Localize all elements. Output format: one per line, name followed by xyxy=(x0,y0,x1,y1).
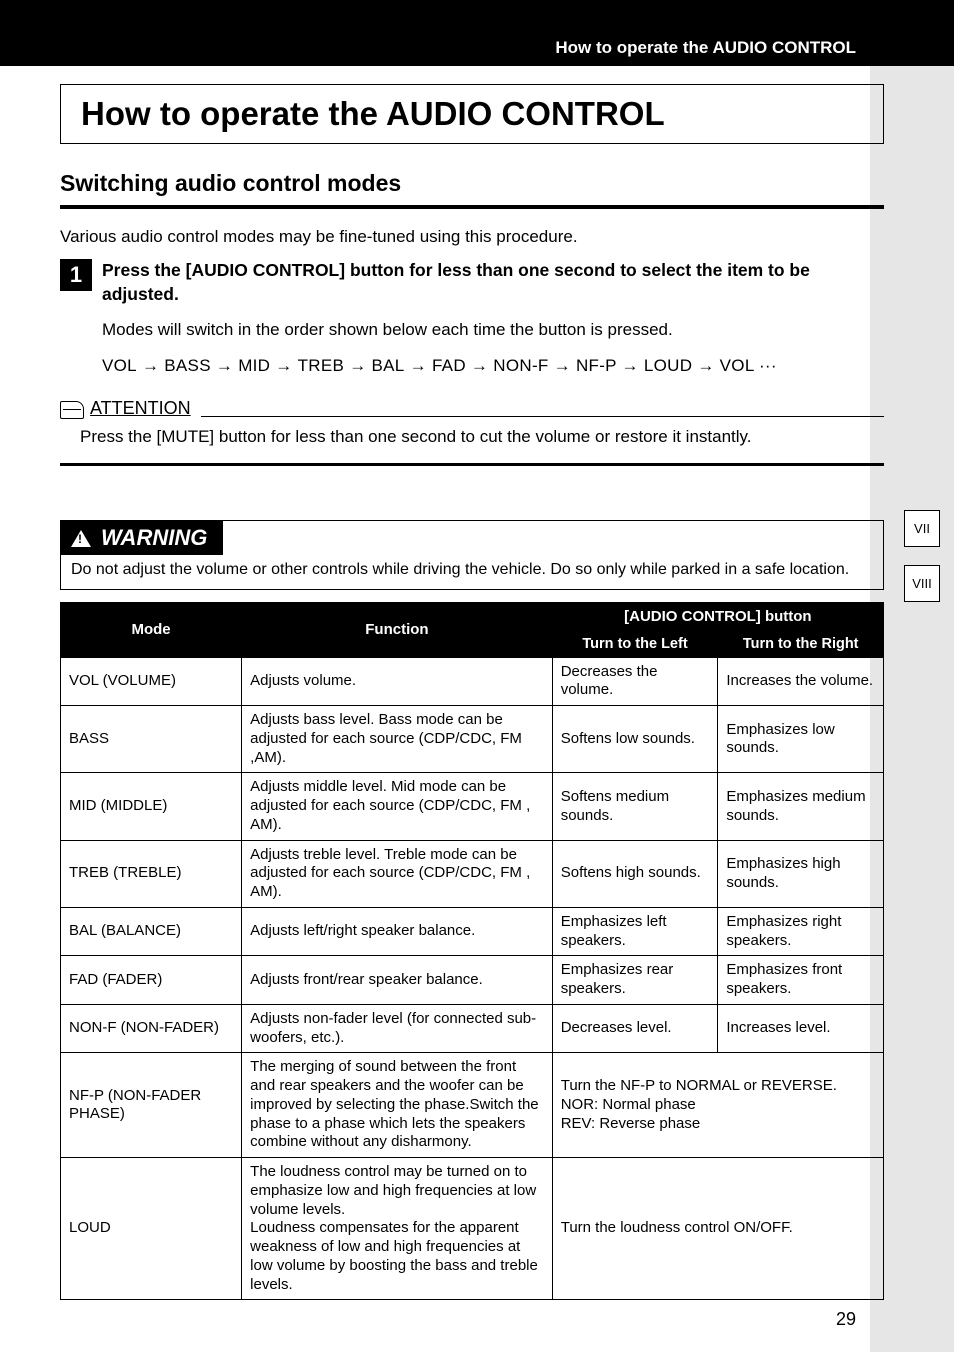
cell-mode: FAD (FADER) xyxy=(61,956,242,1005)
arrow-icon: → xyxy=(622,356,644,375)
arrow-icon: → xyxy=(344,356,371,375)
arrow-icon: → xyxy=(466,356,493,375)
page-title: How to operate the AUDIO CONTROL xyxy=(81,95,863,133)
cell-mode: NF-P (NON-FADER PHASE) xyxy=(61,1053,242,1158)
cell-right: Emphasizes medium sounds. xyxy=(718,773,884,840)
table-row: FAD (FADER)Adjusts front/rear speaker ba… xyxy=(61,956,884,1005)
seq-item: BAL xyxy=(372,356,405,375)
warning-label: WARNING xyxy=(101,525,207,551)
section-heading: Switching audio control modes xyxy=(60,170,884,197)
th-function: Function xyxy=(242,602,553,657)
warning-triangle-icon xyxy=(71,530,91,547)
cell-function: Adjusts non-fader level (for connected s… xyxy=(242,1004,553,1053)
cell-function: Adjusts middle level. Mid mode can be ad… xyxy=(242,773,553,840)
warning-box: WARNING Do not adjust the volume or othe… xyxy=(60,520,884,590)
cell-left: Softens low sounds. xyxy=(552,706,718,773)
header-bar: How to operate the AUDIO CONTROL xyxy=(0,0,954,66)
seq-item: LOUD xyxy=(644,356,692,375)
seq-item: VOL xyxy=(102,356,137,375)
table-row: BASSAdjusts bass level. Bass mode can be… xyxy=(61,706,884,773)
arrow-icon: → xyxy=(211,356,238,375)
arrow-icon: → xyxy=(549,356,576,375)
seq-item: VOL ··· xyxy=(720,356,777,375)
cell-function: The loudness control may be turned on to… xyxy=(242,1158,553,1300)
mode-sequence: VOL → BASS → MID → TREB → BAL → FAD → NO… xyxy=(102,356,884,376)
cell-mode: NON-F (NON-FADER) xyxy=(61,1004,242,1053)
arrow-icon: → xyxy=(405,356,432,375)
cell-right: Emphasizes low sounds. xyxy=(718,706,884,773)
arrow-icon: → xyxy=(692,356,719,375)
attention-label: ATTENTION xyxy=(90,398,191,419)
cell-mode: BAL (BALANCE) xyxy=(61,907,242,956)
seq-item: BASS xyxy=(164,356,211,375)
tab-viii[interactable]: VIII xyxy=(904,565,940,602)
cell-mode: MID (MIDDLE) xyxy=(61,773,242,840)
side-tabs: VII VIII xyxy=(904,510,940,602)
th-turn-right: Turn to the Right xyxy=(718,630,884,657)
warning-header: WARNING xyxy=(61,521,223,555)
cell-mode: LOUD xyxy=(61,1158,242,1300)
cell-function: Adjusts bass level. Bass mode can be adj… xyxy=(242,706,553,773)
cell-function: The merging of sound between the front a… xyxy=(242,1053,553,1158)
table-row: BAL (BALANCE)Adjusts left/right speaker … xyxy=(61,907,884,956)
cell-mode: TREB (TREBLE) xyxy=(61,840,242,907)
cell-function: Adjusts volume. xyxy=(242,657,553,706)
cell-right: Increases the volume. xyxy=(718,657,884,706)
seq-item: FAD xyxy=(432,356,466,375)
cell-right: Emphasizes front speakers. xyxy=(718,956,884,1005)
cell-function: Adjusts treble level. Treble mode can be… xyxy=(242,840,553,907)
header-breadcrumb: How to operate the AUDIO CONTROL xyxy=(555,38,856,58)
cell-left: Emphasizes rear speakers. xyxy=(552,956,718,1005)
cell-merged: Turn the loudness control ON/OFF. xyxy=(552,1158,883,1300)
table-row: LOUDThe loudness control may be turned o… xyxy=(61,1158,884,1300)
attention-bottom-rule xyxy=(60,463,884,466)
table-row: NF-P (NON-FADER PHASE)The merging of sou… xyxy=(61,1053,884,1158)
tab-vii[interactable]: VII xyxy=(904,510,940,547)
arrow-icon: → xyxy=(137,356,164,375)
warning-text: Do not adjust the volume or other contro… xyxy=(61,555,883,589)
cell-mode: VOL (VOLUME) xyxy=(61,657,242,706)
cell-right: Emphasizes right speakers. xyxy=(718,907,884,956)
seq-item: MID xyxy=(238,356,270,375)
section-rule xyxy=(60,205,884,209)
table-row: VOL (VOLUME)Adjusts volume.Decreases the… xyxy=(61,657,884,706)
cell-right: Increases level. xyxy=(718,1004,884,1053)
seq-item: NF-P xyxy=(576,356,622,375)
seq-item: NON-F xyxy=(493,356,548,375)
cell-left: Softens high sounds. xyxy=(552,840,718,907)
cell-right: Emphasizes high sounds. xyxy=(718,840,884,907)
step-instruction: Press the [AUDIO CONTROL] button for les… xyxy=(102,259,884,306)
th-turn-left: Turn to the Left xyxy=(552,630,718,657)
arrow-icon: → xyxy=(270,356,297,375)
cell-function: Adjusts front/rear speaker balance. xyxy=(242,956,553,1005)
cell-left: Softens medium sounds. xyxy=(552,773,718,840)
table-row: MID (MIDDLE)Adjusts middle level. Mid mo… xyxy=(61,773,884,840)
attention-rule xyxy=(201,416,884,417)
page-number: 29 xyxy=(836,1309,856,1330)
step-1: 1 Press the [AUDIO CONTROL] button for l… xyxy=(60,259,884,376)
step-detail: Modes will switch in the order shown bel… xyxy=(102,318,884,342)
intro-text: Various audio control modes may be fine-… xyxy=(60,227,884,247)
audio-control-table: Mode Function [AUDIO CONTROL] button Tur… xyxy=(60,602,884,1301)
attention-text: Press the [MUTE] button for less than on… xyxy=(80,427,884,447)
table-row: NON-F (NON-FADER)Adjusts non-fader level… xyxy=(61,1004,884,1053)
book-icon xyxy=(60,401,84,419)
page-title-box: How to operate the AUDIO CONTROL xyxy=(60,84,884,144)
th-mode: Mode xyxy=(61,602,242,657)
cell-function: Adjusts left/right speaker balance. xyxy=(242,907,553,956)
cell-left: Decreases level. xyxy=(552,1004,718,1053)
cell-mode: BASS xyxy=(61,706,242,773)
step-number-badge: 1 xyxy=(60,259,92,291)
th-button-group: [AUDIO CONTROL] button xyxy=(552,602,883,630)
cell-merged: Turn the NF-P to NORMAL or REVERSE. NOR:… xyxy=(552,1053,883,1158)
cell-left: Decreases the volume. xyxy=(552,657,718,706)
cell-left: Emphasizes left speakers. xyxy=(552,907,718,956)
seq-item: TREB xyxy=(298,356,345,375)
table-row: TREB (TREBLE)Adjusts treble level. Trebl… xyxy=(61,840,884,907)
